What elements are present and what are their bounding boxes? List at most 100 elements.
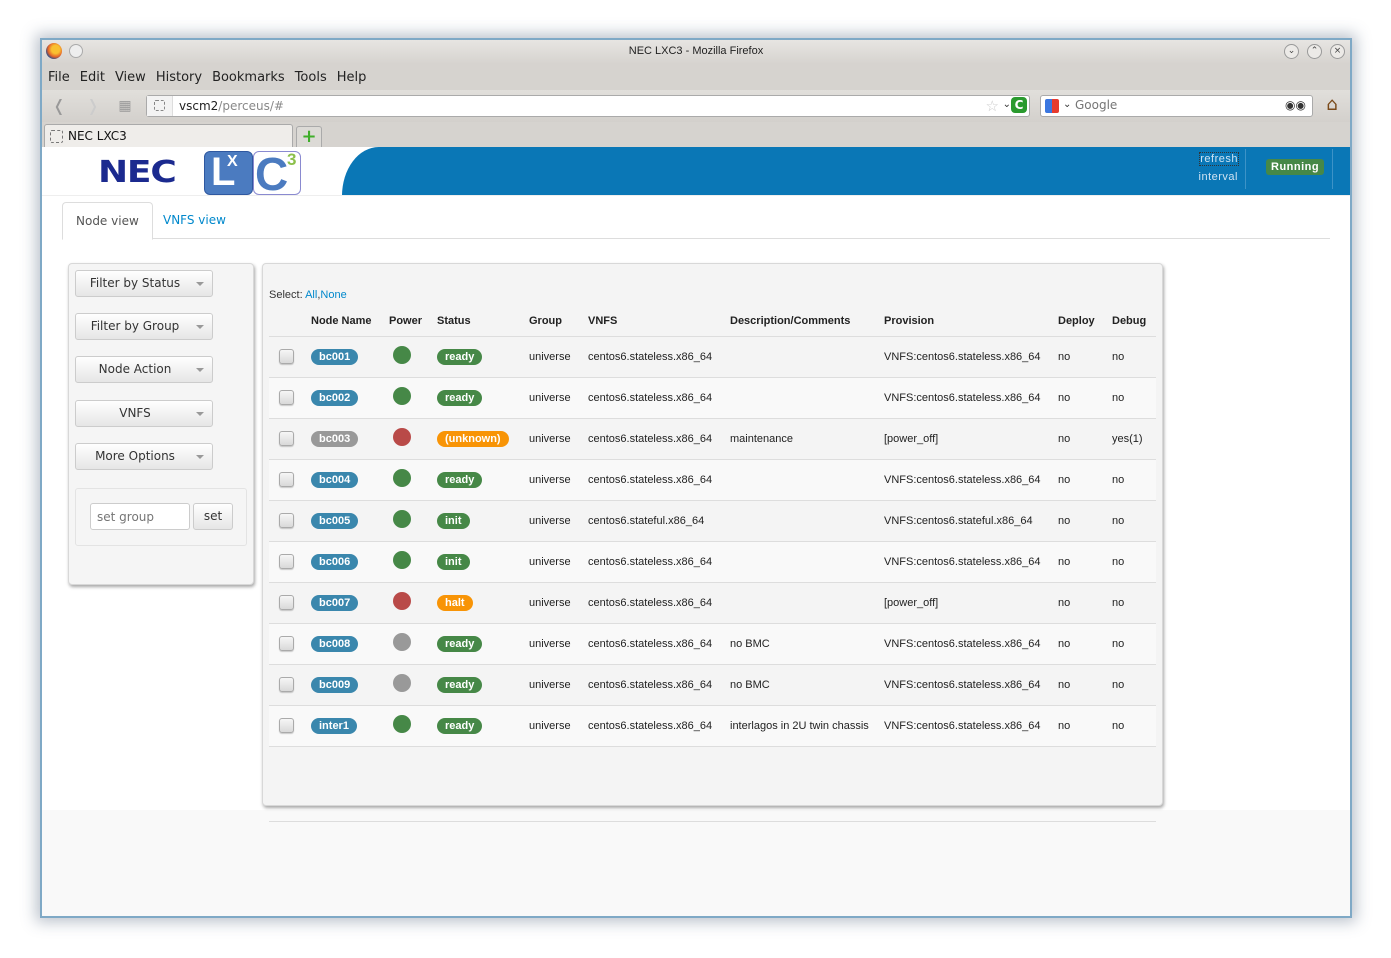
vnfs-dropdown[interactable]: VNFS xyxy=(75,400,213,427)
node-table: Node Name Power Status Group VNFS Descri… xyxy=(269,306,1156,822)
set-group-input[interactable] xyxy=(90,503,190,530)
row-checkbox[interactable] xyxy=(279,349,294,364)
node-name-badge[interactable]: bc006 xyxy=(311,553,359,570)
row-checkbox[interactable] xyxy=(279,472,294,487)
table-row[interactable]: bc004 ready universe centos6.stateless.x86_… xyxy=(269,459,1156,501)
status-cell: init xyxy=(437,500,529,542)
table-row[interactable]: bc009 ready universe centos6.stateless.x86_… xyxy=(269,664,1156,706)
set-group-button[interactable]: set xyxy=(193,503,233,530)
table-row[interactable]: inter1 ready universe centos6.stateless.x86… xyxy=(269,705,1156,747)
col-debug[interactable]: Debug xyxy=(1112,306,1156,337)
running-status-badge[interactable]: Running xyxy=(1266,159,1325,175)
tab-groups-icon[interactable]: ▦ xyxy=(114,96,136,116)
status-badge: ready xyxy=(437,717,483,734)
table-row[interactable]: bc008 ready universe centos6.stateless.x86_… xyxy=(269,623,1156,665)
table-row[interactable]: bc005 init universe centos6.stateful.x86_64… xyxy=(269,500,1156,542)
menu-history[interactable]: History xyxy=(156,70,202,85)
search-engine-dropdown-icon[interactable]: ⌄ xyxy=(1063,99,1071,110)
col-provision[interactable]: Provision xyxy=(884,306,1058,337)
select-none-link[interactable]: None xyxy=(320,289,346,301)
node-name-badge[interactable]: inter1 xyxy=(311,717,357,734)
forward-icon[interactable]: ❭ xyxy=(82,96,104,116)
menu-edit[interactable]: Edit xyxy=(80,70,105,85)
row-checkbox[interactable] xyxy=(279,513,294,528)
node-name-badge[interactable]: bc005 xyxy=(311,512,359,529)
vnfs-cell: centos6.stateless.x86_64 xyxy=(588,377,730,419)
row-checkbox[interactable] xyxy=(279,431,294,446)
caret-down-icon xyxy=(196,325,204,329)
col-description[interactable]: Description/Comments xyxy=(730,306,884,337)
col-status[interactable]: Status xyxy=(437,306,529,337)
home-icon[interactable]: ⌂ xyxy=(1322,95,1342,115)
table-row[interactable]: bc001 ready universe centos6.stateless.x86_… xyxy=(269,336,1156,378)
col-vnfs[interactable]: VNFS xyxy=(588,306,730,337)
url-history-dropdown-icon[interactable]: ⌄ xyxy=(1003,99,1011,110)
col-deploy[interactable]: Deploy xyxy=(1058,306,1112,337)
row-checkbox[interactable] xyxy=(279,595,294,610)
table-row[interactable]: bc002 ready universe centos6.stateless.x86_… xyxy=(269,377,1156,419)
debug-cell: no xyxy=(1112,336,1156,378)
search-bar[interactable]: ⌄ ◉◉ xyxy=(1040,95,1313,117)
node-name-badge[interactable]: bc009 xyxy=(311,676,359,693)
menu-tools[interactable]: Tools xyxy=(295,70,327,85)
deploy-cell: no xyxy=(1058,500,1112,542)
more-options-dropdown[interactable]: More Options xyxy=(75,443,213,470)
tab-title: NEC LXC3 xyxy=(68,129,127,143)
node-name-cell: bc008 xyxy=(311,623,389,665)
new-tab-button[interactable]: + xyxy=(296,126,322,148)
node-name-badge[interactable]: bc002 xyxy=(311,389,359,406)
provision-cell: VNFS:centos6.stateless.x86_64 xyxy=(884,623,1058,665)
menu-file[interactable]: File xyxy=(48,70,70,85)
tab-node-view[interactable]: Node view xyxy=(62,202,153,240)
deploy-cell: no xyxy=(1058,541,1112,583)
refresh-interval-link[interactable]: refresh interval xyxy=(1182,150,1239,186)
select-all-link[interactable]: All xyxy=(305,289,317,301)
table-row[interactable]: bc007 halt universe centos6.stateless.x86_6… xyxy=(269,582,1156,624)
node-name-badge[interactable]: bc007 xyxy=(311,594,359,611)
search-input[interactable] xyxy=(1075,98,1275,112)
site-identity-icon[interactable] xyxy=(147,96,173,116)
close-icon[interactable]: × xyxy=(1330,44,1345,59)
col-node-name[interactable]: Node Name xyxy=(311,306,389,337)
menu-bookmarks[interactable]: Bookmarks xyxy=(212,70,285,85)
empty-row xyxy=(269,746,1156,822)
maximize-icon[interactable]: ⌃ xyxy=(1307,44,1322,59)
vnfs-cell: centos6.stateless.x86_64 xyxy=(588,582,730,624)
binoculars-icon[interactable]: ◉◉ xyxy=(1285,98,1306,112)
row-checkbox[interactable] xyxy=(279,718,294,733)
url-text[interactable]: vscm2/perceus/# xyxy=(179,99,284,113)
address-bar[interactable]: vscm2/perceus/# ☆ ⌄ C xyxy=(146,95,1030,117)
reload-icon[interactable]: C xyxy=(1011,97,1027,113)
node-name-badge[interactable]: bc004 xyxy=(311,471,359,488)
row-checkbox[interactable] xyxy=(279,677,294,692)
row-checkbox[interactable] xyxy=(279,636,294,651)
table-row[interactable]: bc003 (unknown) universe centos6.stateless.… xyxy=(269,418,1156,460)
vnfs-cell: centos6.stateless.x86_64 xyxy=(588,336,730,378)
col-power[interactable]: Power xyxy=(389,306,437,337)
browser-tab[interactable]: NEC LXC3 xyxy=(44,124,293,148)
back-icon[interactable]: ❬ xyxy=(48,96,70,116)
filter-by-status-dropdown[interactable]: Filter by Status xyxy=(75,270,213,297)
menu-help[interactable]: Help xyxy=(337,70,367,85)
vnfs-cell: centos6.stateless.x86_64 xyxy=(588,664,730,706)
minimize-icon[interactable]: ⌄ xyxy=(1284,44,1299,59)
filter-by-group-dropdown[interactable]: Filter by Group xyxy=(75,313,213,340)
row-checkbox[interactable] xyxy=(279,554,294,569)
row-checkbox[interactable] xyxy=(279,390,294,405)
menu-view[interactable]: View xyxy=(115,70,146,85)
node-name-badge[interactable]: bc003 xyxy=(311,430,359,447)
google-engine-icon[interactable] xyxy=(1045,99,1059,113)
row-select-cell xyxy=(269,623,311,665)
tab-vnfs-view[interactable]: VNFS view xyxy=(150,202,239,239)
power-indicator-icon xyxy=(393,715,411,733)
node-action-dropdown[interactable]: Node Action xyxy=(75,356,213,383)
table-row[interactable]: bc006 init universe centos6.stateless.x86_6… xyxy=(269,541,1156,583)
col-group[interactable]: Group xyxy=(529,306,588,337)
node-name-badge[interactable]: bc008 xyxy=(311,635,359,652)
power-indicator-icon xyxy=(393,510,411,528)
debug-cell: no xyxy=(1112,500,1156,542)
bookmark-star-icon[interactable]: ☆ xyxy=(986,97,999,115)
node-name-badge[interactable]: bc001 xyxy=(311,348,359,365)
dropdown-label: Node Action xyxy=(98,362,172,376)
navigation-toolbar: ❬ ❭ ▦ vscm2/perceus/# ☆ ⌄ C ⌄ ◉◉ ⌂ xyxy=(42,90,1350,122)
